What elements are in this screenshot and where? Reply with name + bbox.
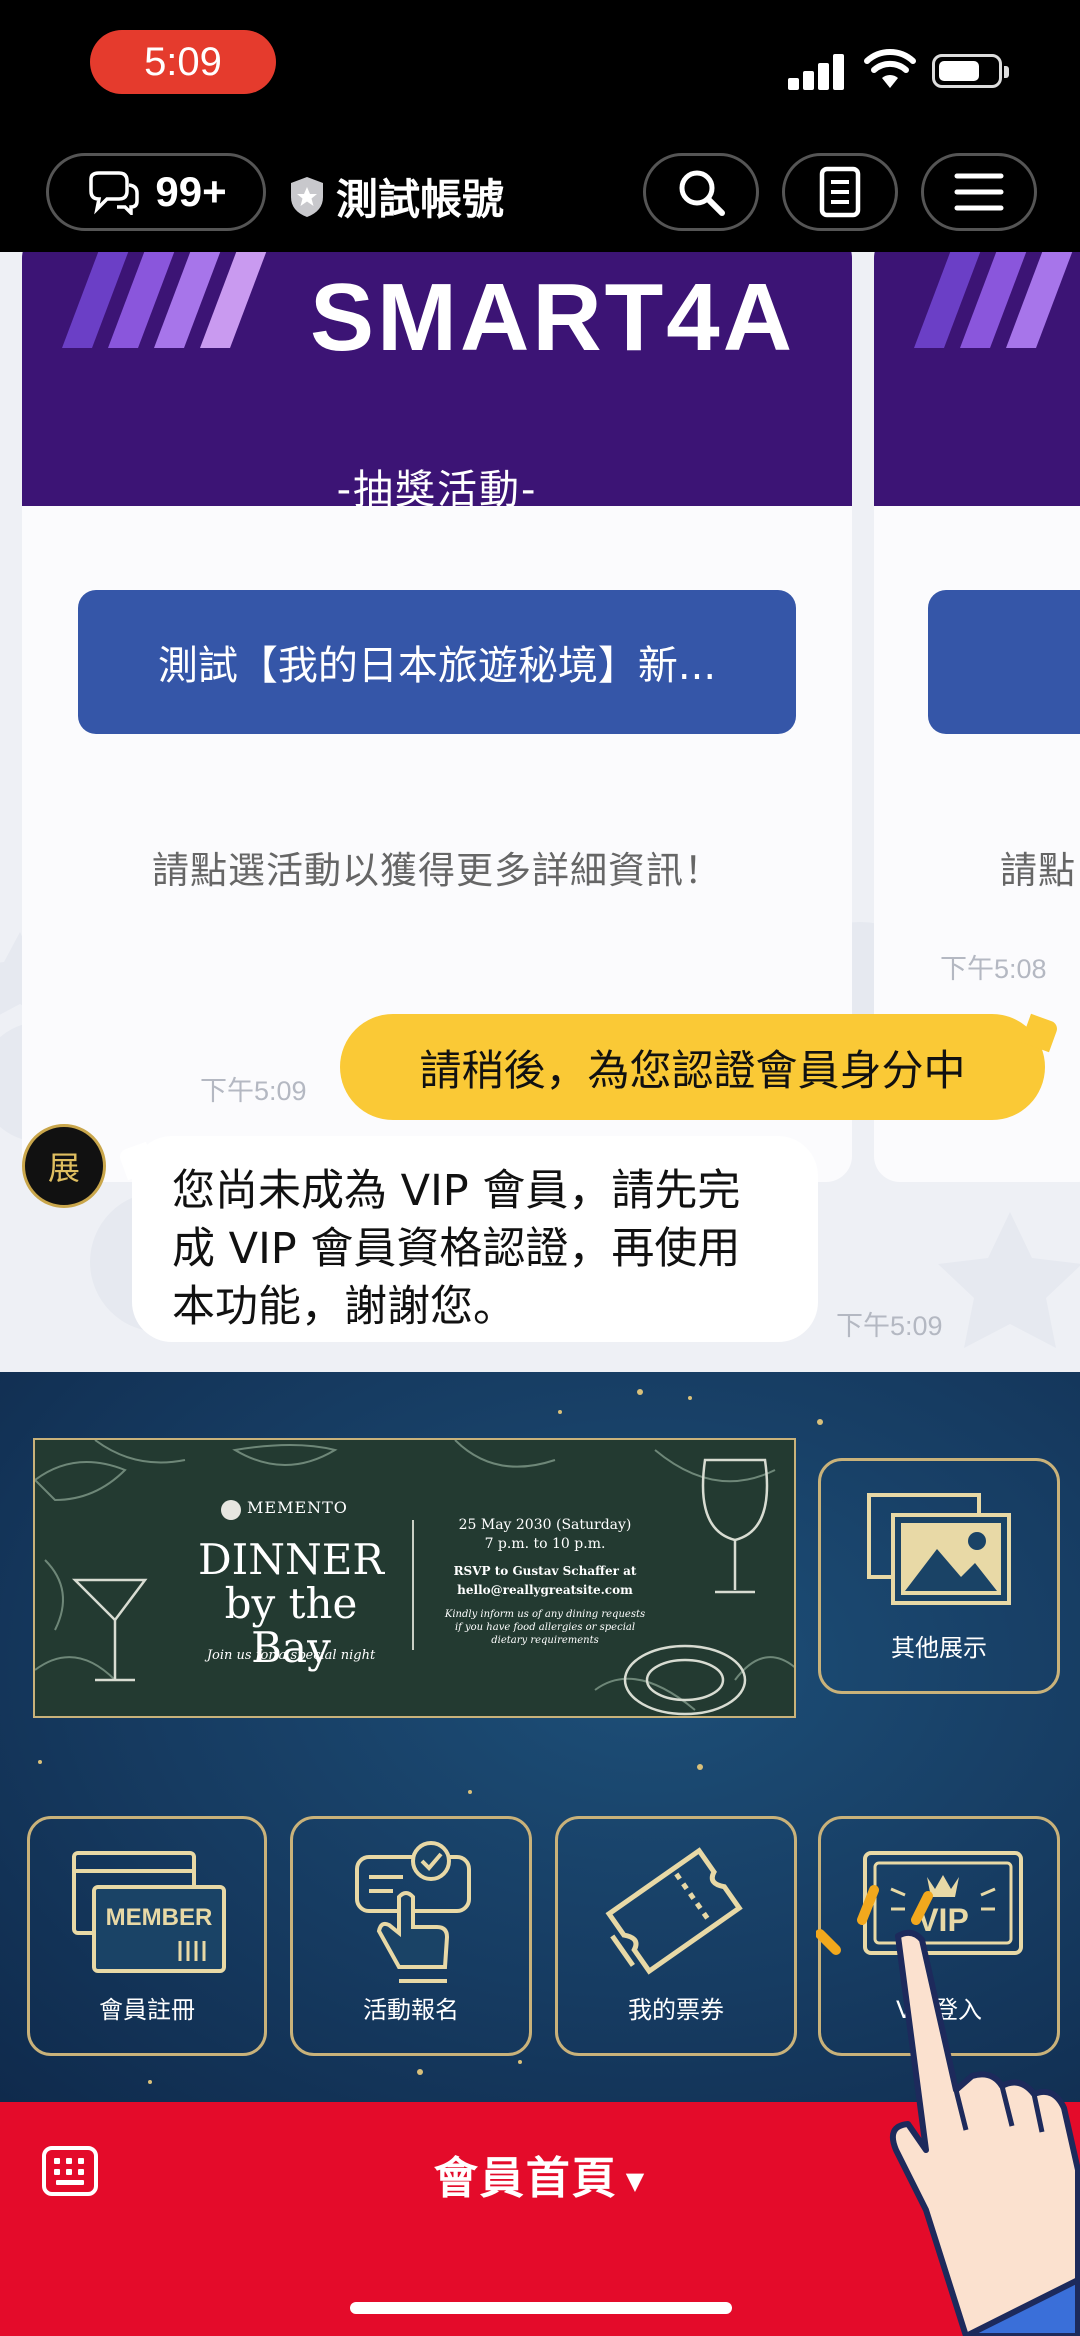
banner-note: Kindly inform us of any dining requests [444, 1609, 646, 1620]
search-button[interactable] [643, 153, 759, 231]
banner-email: hello@reallygreatsite.com [457, 1583, 633, 1597]
dinner-banner[interactable]: MEMENTO DINNER by the Bay Join us for a … [33, 1438, 796, 1718]
smart4a-logo-icon [914, 252, 1073, 348]
message-timestamp: 下午5:08 [940, 954, 1047, 984]
tile-label: 其他展示 [891, 1634, 987, 1662]
tile-label: 我的票券 [628, 1996, 724, 2024]
banner-time: 7 p.m. to 10 p.m. [484, 1536, 606, 1552]
banner-details: 25 May 2030 (Saturday) 7 p.m. to 10 p.m.… [435, 1516, 655, 1647]
tile-label: 會員註冊 [99, 1996, 195, 2024]
card-banner[interactable]: SMART4A -抽獎活動- [22, 252, 852, 513]
other-showcase-button[interactable]: 其他展示 [818, 1458, 1060, 1694]
banner-rsvp: RSVP to Gustav Schaffer at [453, 1564, 637, 1578]
card-hint: 請點選活動以獲得更多詳細資訊！ [152, 849, 722, 892]
member-registration-button[interactable]: MEMBER 會員註冊 [27, 1816, 267, 2056]
menu-button[interactable] [921, 153, 1037, 231]
chat-bubbles-icon [89, 171, 140, 215]
bot-message-line: 成 VIP 會員資格認證，再使用 [172, 1224, 741, 1274]
status-time: 5:09 [90, 30, 276, 94]
bot-message-line: 您尚未成為 VIP 會員，請先完 [172, 1166, 741, 1216]
card-hint-next: 請點 [1000, 849, 1076, 892]
account-title[interactable]: 測試帳號 [288, 166, 504, 227]
hand-checkmark-icon [355, 1841, 471, 1983]
member-card-text: MEMBER [106, 1904, 213, 1931]
message-timestamp: 下午5:09 [200, 1076, 307, 1106]
bot-avatar[interactable]: 展 [22, 1124, 106, 1208]
status-bar: 5:09 [0, 0, 1080, 140]
account-name: 測試帳號 [336, 175, 505, 224]
notes-icon [819, 166, 861, 218]
notification-count: 99+ [155, 168, 227, 215]
card-banner-next[interactable] [874, 252, 1080, 506]
notification-button[interactable]: 99+ [46, 153, 266, 231]
tile-label: 活動報名 [363, 1996, 459, 2024]
image-gallery-icon [867, 1493, 1011, 1605]
chat-area[interactable]: SMART4A -抽獎活動- 測試【我的日本旅遊秘境】新... 請點選活動以獲得… [0, 252, 1080, 1372]
shield-icon [291, 176, 323, 217]
smart4a-logo-icon [62, 252, 267, 348]
banner-note: if you have food allergies or special [454, 1622, 636, 1633]
notes-button[interactable] [782, 153, 898, 231]
member-card-icon: MEMBER [72, 1851, 226, 1973]
cellular-signal-icon [788, 52, 844, 90]
bot-message-bubble[interactable]: 您尚未成為 VIP 會員，請先完 成 VIP 會員資格認證，再使用 本功能，謝謝… [117, 1136, 818, 1342]
avatar-text: 展 [47, 1149, 80, 1187]
caret-down-icon: ▼ [625, 2167, 647, 2195]
hamburger-icon [954, 173, 1004, 211]
banner-note: dietary requirements [491, 1635, 599, 1646]
card-subtitle: -抽獎活動- [336, 467, 538, 513]
message-timestamp: 下午5:09 [836, 1311, 943, 1341]
leaf-decoration [35, 1440, 794, 1716]
banner-title-line: DINNER [197, 1535, 385, 1584]
pointing-hand-icon [816, 1885, 1080, 2336]
event-registration-button[interactable]: 活動報名 [290, 1816, 532, 2056]
user-message-bubble[interactable]: 請稍後，為您認證會員身分中 [340, 1013, 1060, 1120]
banner-date: 25 May 2030 (Saturday) [458, 1517, 632, 1533]
event-action-button[interactable]: 測試【我的日本旅遊秘境】新... [78, 590, 796, 734]
user-message-text: 請稍後，為您認證會員身分中 [419, 1045, 966, 1095]
battery-icon [932, 54, 1009, 88]
home-indicator [350, 2302, 732, 2314]
banner-brand: MEMENTO [247, 1498, 348, 1517]
my-tickets-button[interactable]: 我的票券 [555, 1816, 797, 2056]
bot-message-line: 本功能，謝謝您。 [172, 1282, 516, 1332]
event-action-button-next[interactable] [928, 590, 1080, 734]
chat-header: 99+ 測試帳號 [0, 140, 1080, 252]
wifi-icon [864, 49, 916, 88]
banner-tagline: Join us for a special night [206, 1648, 376, 1663]
rich-menu-title: 會員首頁 [433, 2153, 618, 2204]
search-icon [679, 170, 725, 216]
ticket-icon [605, 1847, 743, 1975]
